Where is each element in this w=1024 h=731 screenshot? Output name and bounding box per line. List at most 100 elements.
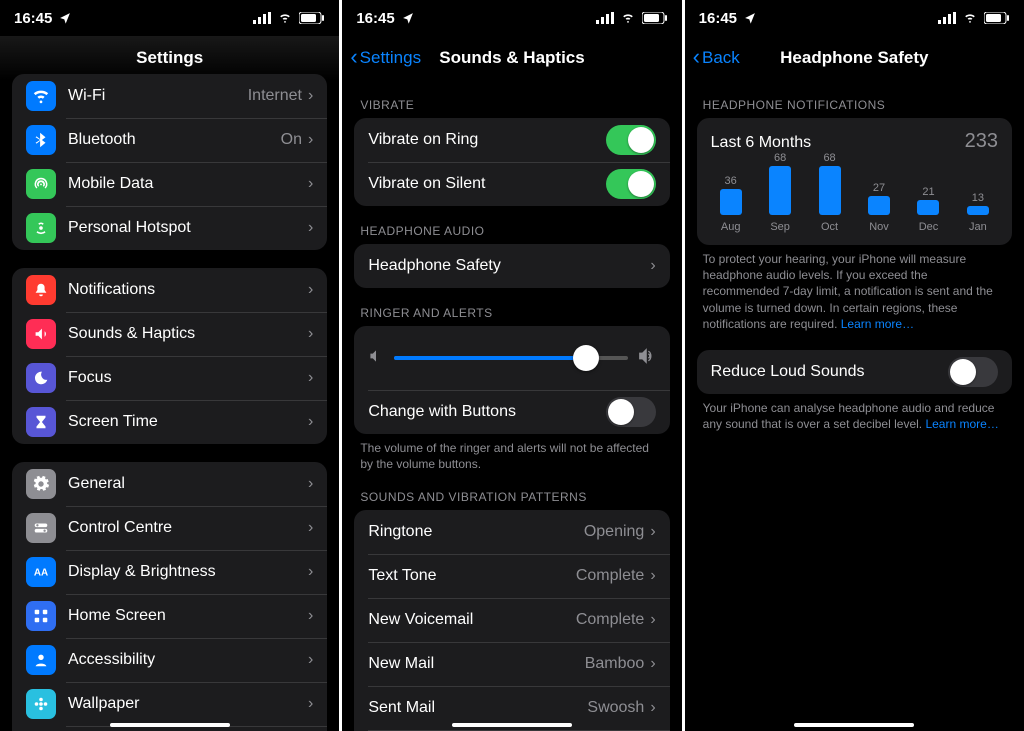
row-volume-slider[interactable] — [354, 326, 669, 390]
row-vibrate-on-silent[interactable]: Vibrate on Silent — [354, 162, 669, 206]
chevron-right-icon: › — [308, 87, 313, 105]
nav-bar: Settings — [0, 36, 339, 80]
chevron-right-icon: › — [650, 567, 655, 585]
row-headphone-safety[interactable]: Headphone Safety › — [354, 244, 669, 288]
bar-jan: 13Jan — [958, 192, 998, 233]
toggle-vibrate-ring[interactable] — [606, 125, 656, 155]
speaker-high-icon — [638, 347, 656, 370]
hourglass-icon — [26, 407, 56, 437]
cellular-icon — [253, 12, 271, 24]
bar-label: Aug — [721, 221, 741, 233]
label: Mobile Data — [68, 175, 308, 193]
row-ringtone[interactable]: RingtoneOpening› — [354, 510, 669, 554]
chevron-right-icon: › — [650, 523, 655, 541]
row-personal-hotspot[interactable]: Personal Hotspot› — [12, 206, 327, 250]
toggle-change-with-buttons[interactable] — [606, 397, 656, 427]
label: Change with Buttons — [368, 403, 605, 421]
bar-chart: 36Aug68Sep68Oct27Nov21Dec13Jan — [711, 163, 998, 233]
nav-title: Headphone Safety — [780, 48, 928, 68]
status-time: 16:45 — [699, 10, 737, 27]
bar-value: 27 — [873, 182, 885, 194]
bar — [967, 206, 989, 215]
chevron-left-icon: ‹ — [693, 46, 700, 68]
home-indicator[interactable] — [110, 723, 230, 727]
bar — [917, 200, 939, 215]
nav-bar: ‹Back Headphone Safety — [685, 36, 1024, 80]
status-bar: 16:45 — [685, 0, 1024, 36]
label: Wi-Fi — [68, 87, 248, 105]
slider-thumb[interactable] — [573, 345, 599, 371]
bar-oct: 68Oct — [810, 152, 850, 233]
row-home-screen[interactable]: Home Screen› — [12, 594, 327, 638]
section-header-headphone-audio: HEADPHONE AUDIO — [354, 224, 669, 244]
label: Screen Time — [68, 413, 308, 431]
toggle-vibrate-silent[interactable] — [606, 169, 656, 199]
section-header-ringer-alerts: RINGER AND ALERTS — [354, 306, 669, 326]
screen-headphone-safety: 16:45 ‹Back Headphone Safety HEADPHONE N… — [685, 0, 1024, 731]
chevron-right-icon: › — [308, 175, 313, 193]
bluetooth-icon — [26, 125, 56, 155]
row-sounds-haptics[interactable]: Sounds & Haptics› — [12, 312, 327, 356]
bar — [720, 189, 742, 215]
moon-icon — [26, 363, 56, 393]
label: General — [68, 475, 308, 493]
bar — [819, 166, 841, 215]
row-vibrate-on-ring[interactable]: Vibrate on Ring — [354, 118, 669, 162]
row-new-mail[interactable]: New MailBamboo› — [354, 642, 669, 686]
row-reduce-loud-sounds[interactable]: Reduce Loud Sounds — [697, 350, 1012, 394]
back-button[interactable]: ‹Back — [693, 47, 740, 69]
bar — [769, 166, 791, 215]
back-label: Back — [702, 48, 740, 68]
toggle-reduce-loud-sounds[interactable] — [948, 357, 998, 387]
footer-notifications: To protect your hearing, your iPhone wil… — [697, 245, 1012, 332]
wifi-icon — [26, 81, 56, 111]
section-header-vibrate: VIBRATE — [354, 98, 669, 118]
learn-more-link[interactable]: Learn more… — [841, 317, 914, 331]
row-screen-time[interactable]: Screen Time› — [12, 400, 327, 444]
wifi-icon — [277, 12, 293, 24]
volume-slider[interactable] — [394, 356, 627, 360]
chart-card: Last 6 Months 233 36Aug68Sep68Oct27Nov21… — [697, 118, 1012, 245]
bar-label: Nov — [869, 221, 889, 233]
nav-bar: ‹Settings Sounds & Haptics — [342, 36, 681, 80]
row-text-tone[interactable]: Text ToneComplete› — [354, 554, 669, 598]
antenna-icon — [26, 169, 56, 199]
chevron-right-icon: › — [308, 413, 313, 431]
label: Notifications — [68, 281, 308, 299]
bar-aug: 36Aug — [711, 175, 751, 233]
flower-icon — [26, 689, 56, 719]
learn-more-link[interactable]: Learn more… — [925, 417, 998, 431]
switches-icon — [26, 513, 56, 543]
row-display-brightness[interactable]: Display & Brightness› — [12, 550, 327, 594]
home-indicator[interactable] — [794, 723, 914, 727]
wifi-icon — [620, 12, 636, 24]
status-bar: 16:45 — [342, 0, 681, 36]
row-focus[interactable]: Focus› — [12, 356, 327, 400]
label: Text Tone — [368, 567, 576, 585]
label: Control Centre — [68, 519, 308, 537]
label: Sounds & Haptics — [68, 325, 308, 343]
row-change-with-buttons[interactable]: Change with Buttons — [354, 390, 669, 434]
row-mobile-data[interactable]: Mobile Data› — [12, 162, 327, 206]
location-icon — [743, 11, 757, 25]
chevron-right-icon: › — [308, 563, 313, 581]
battery-icon — [984, 12, 1010, 24]
home-indicator[interactable] — [452, 723, 572, 727]
back-button[interactable]: ‹Settings — [350, 47, 421, 69]
row-general[interactable]: General› — [12, 462, 327, 506]
gear-icon — [26, 469, 56, 499]
row-wallpaper[interactable]: Wallpaper› — [12, 682, 327, 726]
bar-value: 68 — [774, 152, 786, 164]
row-control-centre[interactable]: Control Centre› — [12, 506, 327, 550]
label: Bluetooth — [68, 131, 281, 149]
chevron-right-icon: › — [308, 219, 313, 237]
value: Swoosh — [587, 699, 644, 717]
row-wi-fi[interactable]: Wi-FiInternet› — [12, 74, 327, 118]
back-label: Settings — [360, 48, 421, 68]
row-accessibility[interactable]: Accessibility› — [12, 638, 327, 682]
row-notifications[interactable]: Notifications› — [12, 268, 327, 312]
row-bluetooth[interactable]: BluetoothOn› — [12, 118, 327, 162]
bar-nov: 27 Nov — [859, 182, 899, 233]
section-header-patterns: SOUNDS AND VIBRATION PATTERNS — [354, 490, 669, 510]
row-new-voicemail[interactable]: New VoicemailComplete› — [354, 598, 669, 642]
